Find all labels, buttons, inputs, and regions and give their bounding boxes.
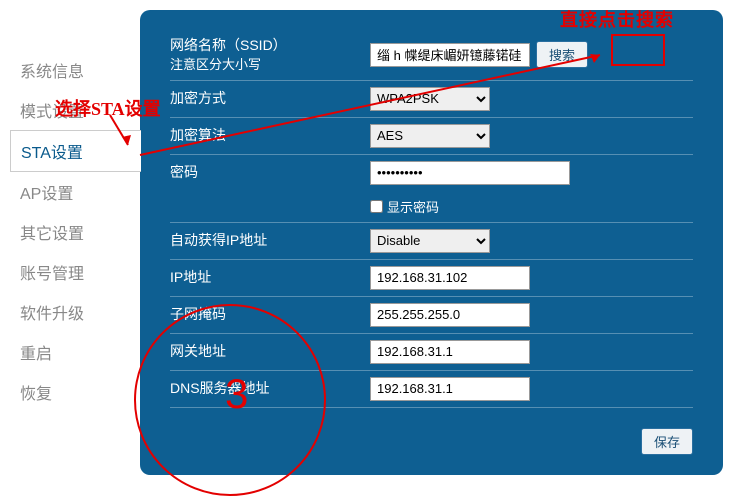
- sidebar-item-ap[interactable]: AP设置: [10, 172, 140, 212]
- mask-input[interactable]: [370, 303, 530, 327]
- enc-method-select[interactable]: WPA2PSK: [370, 87, 490, 111]
- password-label: 密码: [170, 163, 370, 183]
- mask-label: 子网掩码: [170, 305, 370, 325]
- sidebar-item-sysinfo[interactable]: 系统信息: [10, 50, 140, 90]
- search-button[interactable]: 搜索: [536, 41, 588, 68]
- ip-input[interactable]: [370, 266, 530, 290]
- sidebar-item-reboot[interactable]: 重启: [10, 332, 140, 372]
- gateway-label: 网关地址: [170, 342, 370, 362]
- auto-ip-select[interactable]: Disable: [370, 229, 490, 253]
- enc-algo-label: 加密算法: [170, 126, 370, 146]
- main-panel: 网络名称（SSID） 注意区分大小写 搜索 加密方式 WPA2PSK 加密算法 …: [140, 10, 723, 475]
- password-input[interactable]: [370, 161, 570, 185]
- enc-algo-select[interactable]: AES: [370, 124, 490, 148]
- ssid-label: 网络名称（SSID） 注意区分大小写: [170, 36, 370, 74]
- sidebar-item-account[interactable]: 账号管理: [10, 252, 140, 292]
- show-password-checkbox[interactable]: [370, 200, 383, 213]
- ssid-input[interactable]: [370, 43, 530, 67]
- dns-input[interactable]: [370, 377, 530, 401]
- enc-method-label: 加密方式: [170, 89, 370, 109]
- dns-label: DNS服务器地址: [170, 379, 370, 399]
- sidebar-item-restore[interactable]: 恢复: [10, 372, 140, 412]
- show-password-label: 显示密码: [387, 197, 439, 216]
- sidebar: 系统信息 模式设置 STA设置 AP设置 其它设置 账号管理 软件升级 重启 恢…: [0, 10, 140, 475]
- save-button[interactable]: 保存: [641, 428, 693, 455]
- ip-label: IP地址: [170, 268, 370, 288]
- sidebar-item-sta[interactable]: STA设置: [10, 130, 141, 172]
- auto-ip-label: 自动获得IP地址: [170, 231, 370, 251]
- gateway-input[interactable]: [370, 340, 530, 364]
- sidebar-item-upgrade[interactable]: 软件升级: [10, 292, 140, 332]
- sidebar-item-mode[interactable]: 模式设置: [10, 90, 140, 130]
- sidebar-item-other[interactable]: 其它设置: [10, 212, 140, 252]
